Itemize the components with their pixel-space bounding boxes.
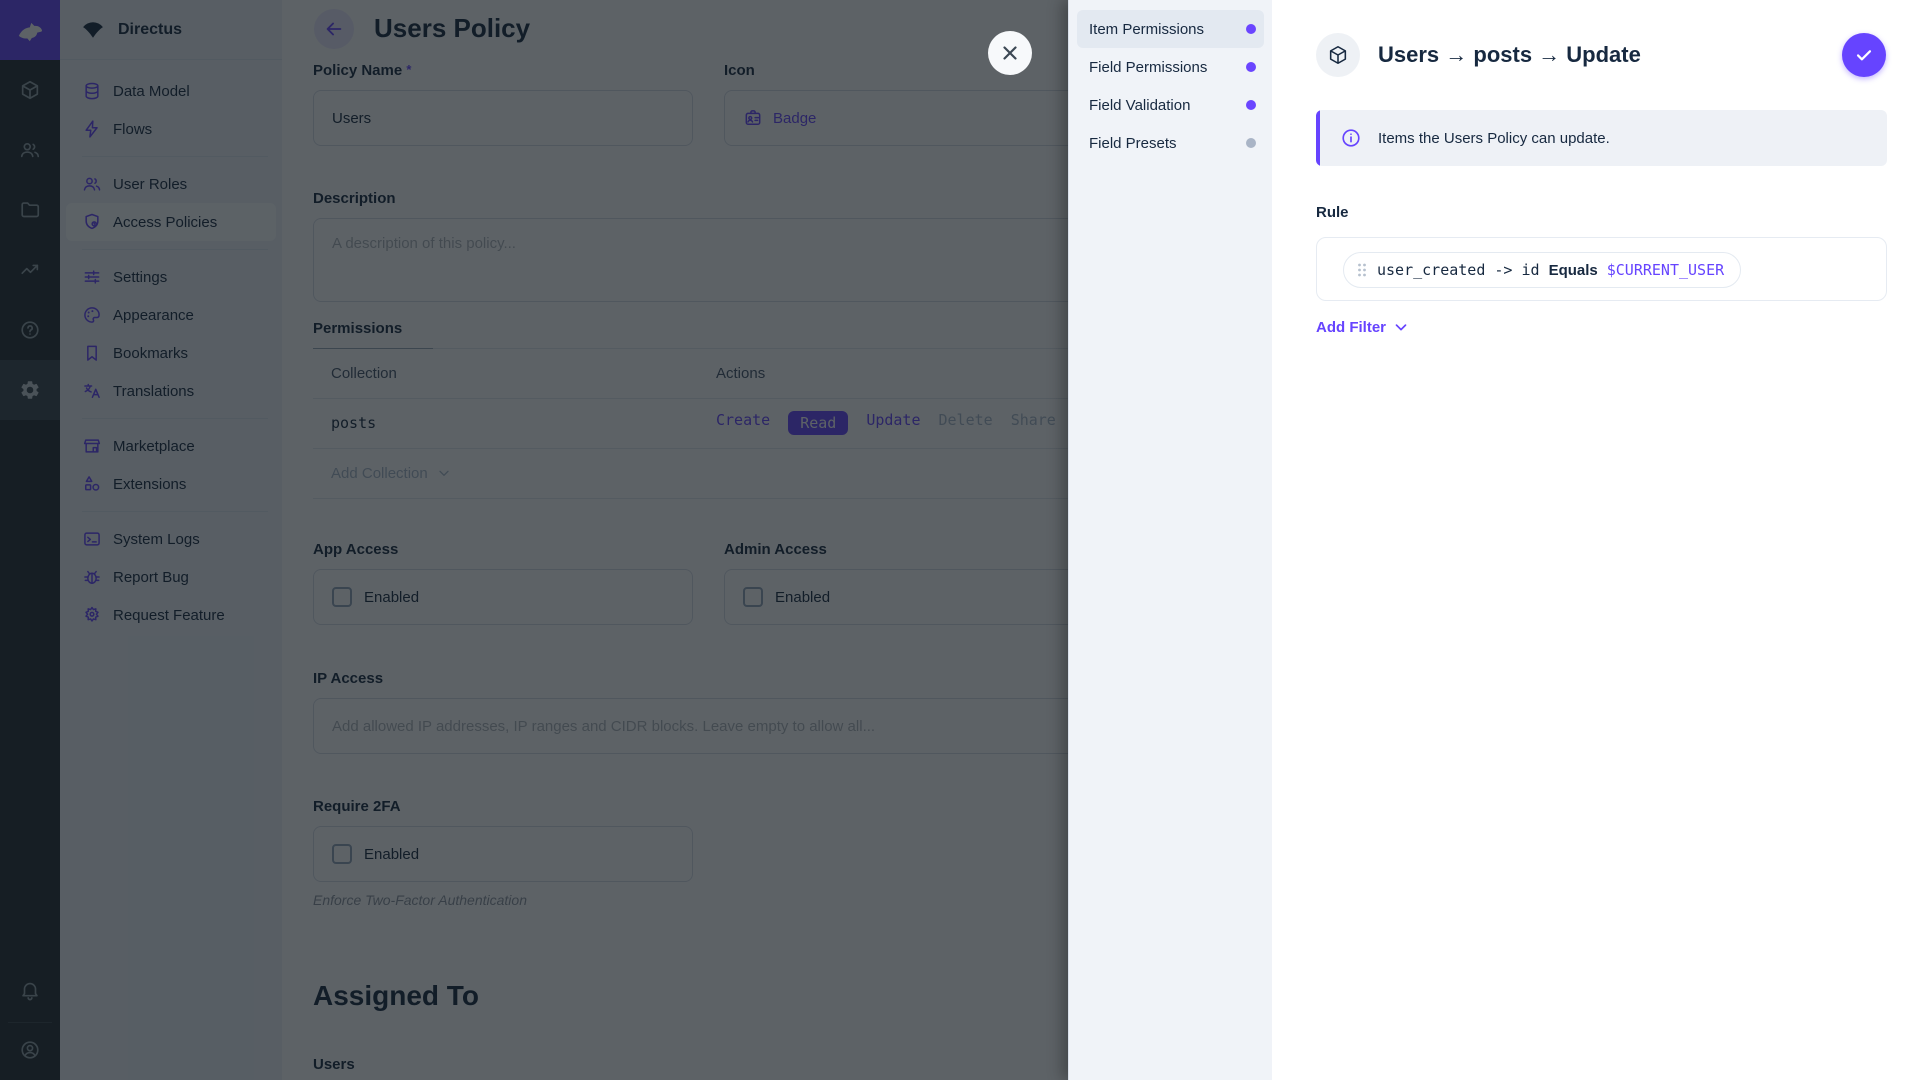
close-icon	[999, 42, 1021, 64]
rule-box: user_created -> id Equals $CURRENT_USER	[1316, 237, 1887, 301]
permission-drawer: Users → posts → Update Items the Users P…	[1272, 0, 1920, 1080]
check-icon	[1853, 44, 1875, 66]
tab-label: Item Permissions	[1089, 21, 1204, 38]
chevron-down-icon	[1392, 318, 1410, 336]
tab-item-permissions[interactable]: Item Permissions	[1077, 10, 1264, 48]
add-filter-label: Add Filter	[1316, 319, 1386, 336]
drag-handle-icon	[1356, 262, 1368, 278]
tab-field-permissions[interactable]: Field Permissions	[1077, 48, 1264, 86]
status-dot	[1246, 62, 1256, 72]
drawer-icon-circle	[1316, 33, 1360, 77]
filter-pill[interactable]: user_created -> id Equals $CURRENT_USER	[1343, 252, 1741, 288]
drawer-header: Users → posts → Update	[1316, 31, 1886, 79]
tab-field-validation[interactable]: Field Validation	[1077, 86, 1264, 124]
drawer-close-button[interactable]	[988, 31, 1032, 75]
banner-accent-stripe	[1316, 110, 1320, 166]
info-banner-text: Items the Users Policy can update.	[1378, 130, 1610, 147]
tab-label: Field Permissions	[1089, 59, 1207, 76]
permissions-tab-rail: Item Permissions Field Permissions Field…	[1068, 0, 1272, 1080]
drawer-title: Users → posts → Update	[1378, 42, 1842, 68]
status-dot	[1246, 24, 1256, 34]
rule-label: Rule	[1316, 204, 1349, 221]
info-banner: Items the Users Policy can update.	[1316, 110, 1887, 166]
permissions-editor: Item Permissions Field Permissions Field…	[1068, 0, 1920, 1080]
status-dot	[1246, 138, 1256, 148]
filter-field[interactable]: user_created -> id	[1377, 261, 1540, 279]
tab-label: Field Validation	[1089, 97, 1190, 114]
info-icon	[1340, 127, 1362, 149]
cube-icon	[1327, 44, 1349, 66]
save-button[interactable]	[1842, 33, 1886, 77]
modal-overlay[interactable]	[0, 0, 1068, 1080]
add-filter-button[interactable]: Add Filter	[1316, 318, 1410, 336]
tab-field-presets[interactable]: Field Presets	[1077, 124, 1264, 162]
status-dot	[1246, 100, 1256, 110]
tab-label: Field Presets	[1089, 135, 1177, 152]
filter-value[interactable]: $CURRENT_USER	[1607, 261, 1724, 279]
filter-operator[interactable]: Equals	[1549, 262, 1598, 279]
